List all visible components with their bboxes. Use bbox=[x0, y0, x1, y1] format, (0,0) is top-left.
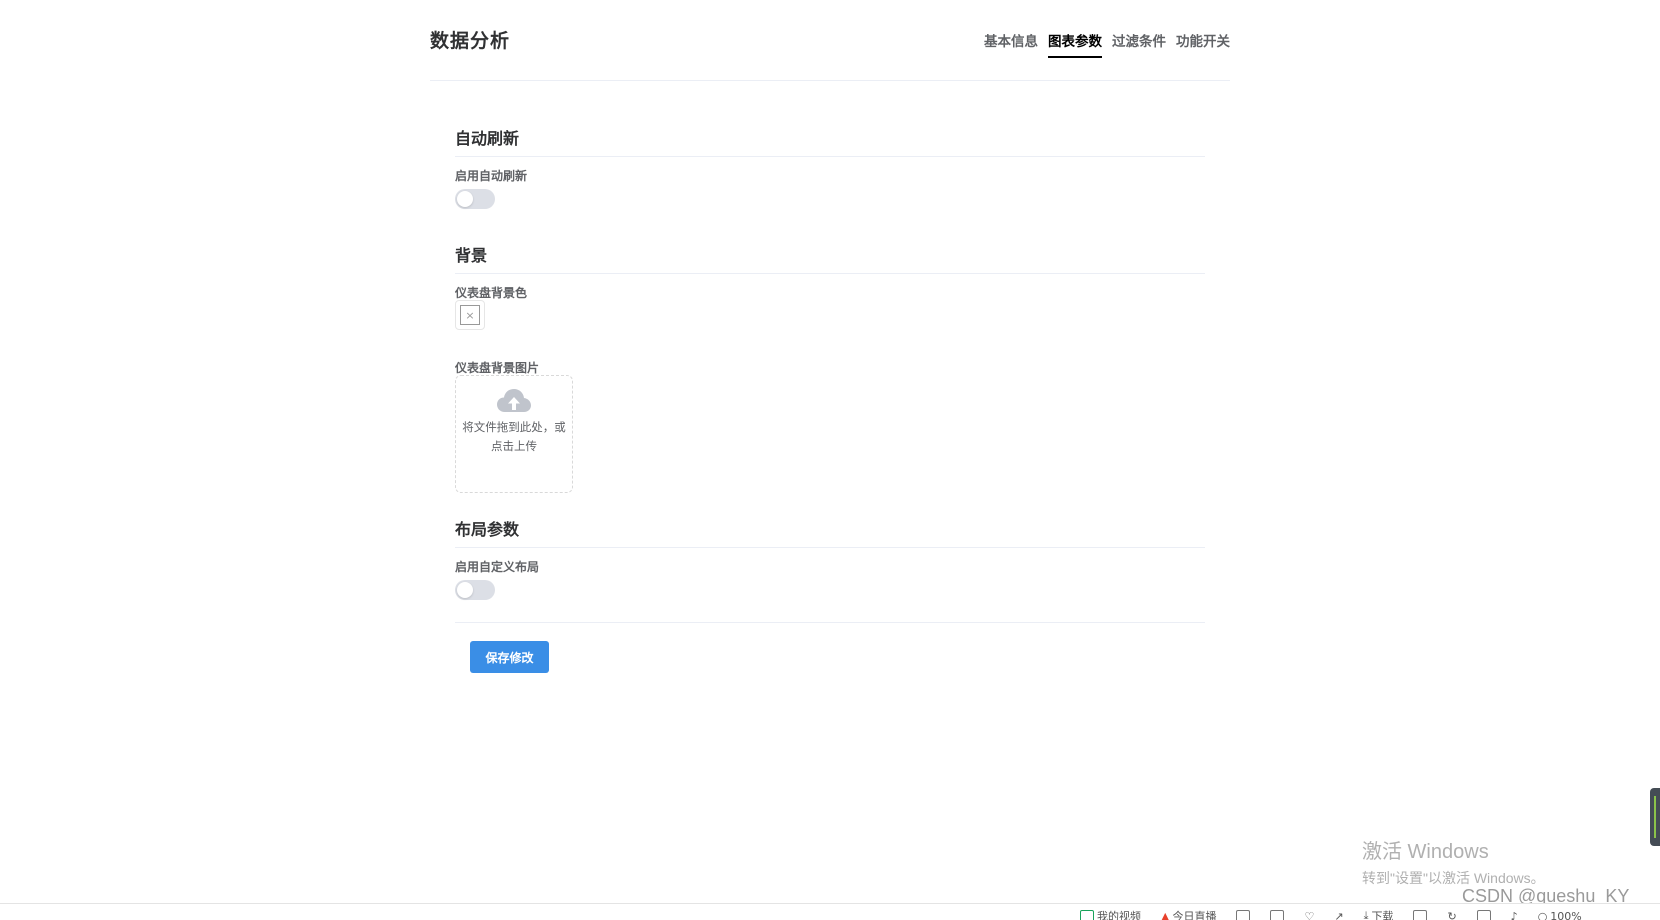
status-item-icon-1[interactable] bbox=[1236, 908, 1251, 920]
status-item-icon-6[interactable]: ↻ bbox=[1447, 908, 1456, 920]
upload-cloud-icon bbox=[497, 389, 531, 412]
tab-basic-info[interactable]: 基本信息 bbox=[984, 30, 1038, 58]
status-item-zoom[interactable]: ○ 100% bbox=[1538, 908, 1582, 920]
window-icon bbox=[1413, 910, 1428, 920]
windows-activation-watermark: 激活 Windows 转到"设置"以激活 Windows。 bbox=[1362, 835, 1545, 888]
status-item-icon-2[interactable] bbox=[1270, 908, 1285, 920]
flame-icon: ▲ bbox=[1161, 909, 1170, 920]
section-title-layout: 布局参数 bbox=[455, 516, 1205, 548]
image-icon bbox=[1270, 910, 1285, 920]
switch-knob bbox=[457, 191, 473, 207]
section-title-background: 背景 bbox=[455, 242, 1205, 274]
share-icon: ↗ bbox=[1334, 909, 1344, 920]
custom-layout-label: 启用自定义布局 bbox=[455, 560, 540, 574]
section-title-auto-refresh: 自动刷新 bbox=[455, 125, 1205, 157]
download-icon: ⤓ bbox=[1363, 909, 1369, 920]
form-divider bbox=[455, 622, 1205, 623]
side-panel-handle[interactable] bbox=[1650, 788, 1660, 846]
copy-icon bbox=[1476, 910, 1491, 920]
background-image-label: 仪表盘背景图片 bbox=[455, 361, 540, 375]
bottom-status-bar: 我的视频 ▲ 今日直播 ♡ ↗ ⤓ 下载 ↻ ♪ ○ 100% bbox=[0, 903, 1660, 920]
custom-layout-switch[interactable] bbox=[455, 580, 495, 600]
page-title: 数据分析 bbox=[430, 30, 511, 52]
status-item-video[interactable]: 我的视频 bbox=[1080, 908, 1141, 920]
activation-title: 激活 Windows bbox=[1362, 841, 1489, 863]
tab-chart-params[interactable]: 图表参数 bbox=[1048, 30, 1102, 58]
zoom-icon: ○ bbox=[1537, 909, 1548, 920]
status-item-live[interactable]: ▲ 今日直播 bbox=[1161, 908, 1216, 920]
close-icon: × bbox=[460, 305, 480, 325]
header: 数据分析 基本信息 图表参数 过滤条件 功能开关 bbox=[430, 0, 1230, 81]
status-item-download[interactable]: ⤓ 下载 bbox=[1364, 908, 1394, 920]
status-item-icon-3[interactable]: ♡ bbox=[1304, 908, 1314, 920]
save-button[interactable]: 保存修改 bbox=[470, 641, 549, 673]
speaker-icon: ♪ bbox=[1510, 909, 1518, 920]
shield-icon bbox=[1236, 910, 1251, 920]
tab-bar: 基本信息 图表参数 过滤条件 功能开关 bbox=[984, 30, 1230, 58]
upload-hint-text: 将文件拖到此处，或点击上传 bbox=[462, 420, 566, 453]
status-item-icon-8[interactable]: ♪ bbox=[1511, 908, 1518, 920]
background-color-picker[interactable]: × bbox=[455, 300, 485, 330]
activation-subtitle: 转到"设置"以激活 Windows。 bbox=[1362, 870, 1545, 886]
switch-knob bbox=[457, 582, 473, 598]
heart-icon: ♡ bbox=[1304, 909, 1315, 920]
status-item-icon-7[interactable] bbox=[1476, 908, 1491, 920]
auto-refresh-label: 启用自动刷新 bbox=[455, 169, 528, 183]
video-icon bbox=[1080, 910, 1094, 920]
handle-bar bbox=[1654, 796, 1656, 838]
background-color-label: 仪表盘背景色 bbox=[455, 286, 528, 300]
tab-filter-conditions[interactable]: 过滤条件 bbox=[1112, 30, 1166, 58]
page: 数据分析 基本信息 图表参数 过滤条件 功能开关 自动刷新 启用自动刷新 背景 … bbox=[0, 0, 1660, 920]
background-image-upload[interactable]: 将文件拖到此处，或点击上传 bbox=[455, 375, 573, 493]
tab-feature-switches[interactable]: 功能开关 bbox=[1176, 30, 1230, 58]
refresh-icon: ↻ bbox=[1447, 909, 1457, 920]
status-item-icon-4[interactable]: ↗ bbox=[1334, 908, 1343, 920]
auto-refresh-switch[interactable] bbox=[455, 189, 495, 209]
status-item-icon-5[interactable] bbox=[1413, 908, 1428, 920]
